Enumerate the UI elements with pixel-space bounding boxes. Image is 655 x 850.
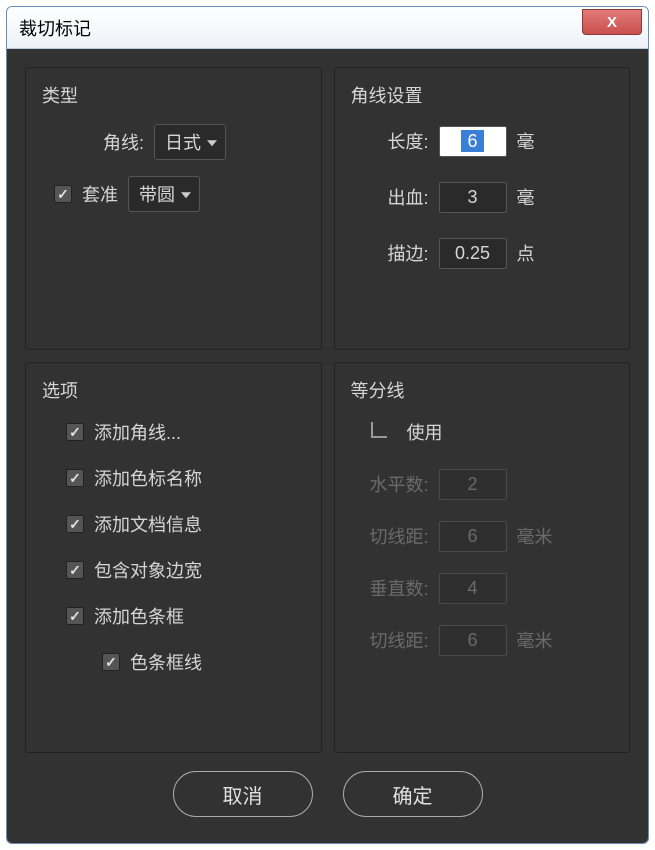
stroke-row: 描边: 0.25 点 [351,236,614,270]
option-row-1: 添加色标名称 [42,465,305,491]
option-row-4: 添加色条框 [42,603,305,629]
length-row: 长度: 6 毫 [351,124,614,158]
corner-style-select[interactable]: 日式 [154,124,226,160]
length-label: 长度: [359,128,429,154]
h-count-label: 水平数: [359,471,429,497]
use-checkbox[interactable] [371,422,387,438]
stroke-label: 描边: [359,240,429,266]
h-gap-row: 切线距: 6 毫米 [351,519,614,553]
h-gap-input: 6 [439,521,507,552]
option-label-3: 包含对象边宽 [94,557,202,583]
option-row-3: 包含对象边宽 [42,557,305,583]
button-row: 取消 确定 [25,753,630,825]
window-title: 裁切标记 [19,15,91,41]
corner-style-label: 角线: [74,129,144,155]
length-input[interactable]: 6 [439,126,507,157]
option-sub-checkbox[interactable] [102,653,120,671]
option-label-4: 添加色条框 [94,603,184,629]
bleed-input[interactable]: 3 [439,182,507,213]
options-panel: 选项 添加角线... 添加色标名称 添加文档信息 包含对象边宽 [25,362,322,753]
register-checkbox[interactable] [54,185,72,203]
option-checkbox-2[interactable] [66,515,84,533]
option-row-2: 添加文档信息 [42,511,305,537]
option-label-0: 添加角线... [94,419,181,445]
length-unit: 毫 [517,128,535,154]
option-checkbox-4[interactable] [66,607,84,625]
h-gap-unit: 毫米 [517,523,553,549]
v-count-label: 垂直数: [359,575,429,601]
v-count-row: 垂直数: 4 [351,571,614,605]
stroke-input[interactable]: 0.25 [439,238,507,269]
v-count-input: 4 [439,573,507,604]
use-label: 使用 [407,419,443,445]
bleed-label: 出血: [359,184,429,210]
corner-style-value: 日式 [165,129,201,155]
h-count-row: 水平数: 2 [351,467,614,501]
option-label-1: 添加色标名称 [94,465,202,491]
option-checkbox-1[interactable] [66,469,84,487]
register-value: 带圆 [139,181,175,207]
cancel-button[interactable]: 取消 [173,771,313,817]
type-panel-title: 类型 [42,82,305,108]
corner-style-row: 角线: 日式 [42,124,305,160]
register-select[interactable]: 带圆 [128,176,200,212]
corner-settings-title: 角线设置 [351,82,614,108]
v-gap-input: 6 [439,625,507,656]
option-checkbox-0[interactable] [66,423,84,441]
corner-settings-panel: 角线设置 长度: 6 毫 出血: 3 毫 描边: 0.25 点 [334,67,631,350]
h-count-input: 2 [439,469,507,500]
type-panel: 类型 角线: 日式 套准 带圆 [25,67,322,350]
options-title: 选项 [42,377,305,403]
dividers-panel: 等分线 使用 水平数: 2 切线距: 6 毫米 垂直数: 4 [334,362,631,753]
dividers-title: 等分线 [351,377,614,403]
bleed-unit: 毫 [517,184,535,210]
v-gap-row: 切线距: 6 毫米 [351,623,614,657]
bleed-row: 出血: 3 毫 [351,180,614,214]
h-gap-label: 切线距: [359,523,429,549]
option-checkbox-3[interactable] [66,561,84,579]
titlebar: 裁切标记 X [7,7,648,49]
option-sub-row: 色条框线 [42,649,305,675]
close-icon: X [607,14,617,31]
stroke-unit: 点 [517,240,535,266]
v-gap-label: 切线距: [359,627,429,653]
option-label-2: 添加文档信息 [94,511,202,537]
register-label: 套准 [82,181,118,207]
use-row: 使用 [351,419,614,445]
dialog-window: 裁切标记 X 类型 角线: 日式 套准 带圆 [6,6,649,844]
v-gap-unit: 毫米 [517,627,553,653]
content-area: 类型 角线: 日式 套准 带圆 角线设置 [7,49,648,843]
ok-button[interactable]: 确定 [343,771,483,817]
option-sub-label: 色条框线 [130,649,202,675]
close-button[interactable]: X [582,9,642,35]
register-row: 套准 带圆 [42,176,305,212]
option-row-0: 添加角线... [42,419,305,445]
